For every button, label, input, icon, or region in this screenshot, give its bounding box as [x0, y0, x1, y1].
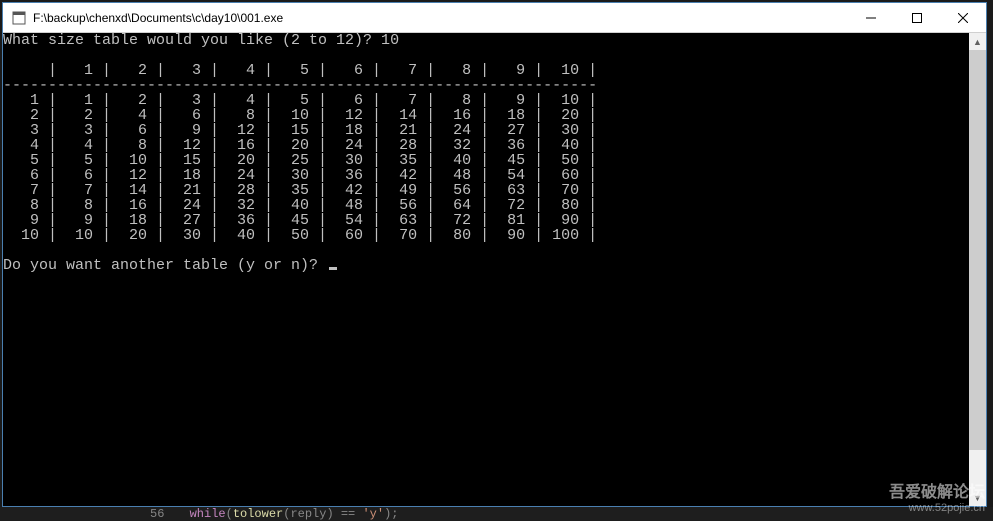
titlebar[interactable]: F:\backup\chenxd\Documents\c\day10\001.e…	[3, 3, 986, 33]
console-output[interactable]: What size table would you like (2 to 12)…	[3, 33, 969, 506]
maximize-button[interactable]	[894, 3, 940, 32]
console-window: F:\backup\chenxd\Documents\c\day10\001.e…	[2, 2, 987, 507]
scroll-thumb[interactable]	[969, 50, 986, 450]
scroll-up-arrow[interactable]: ▲	[969, 33, 986, 50]
console-area: What size table would you like (2 to 12)…	[3, 33, 986, 506]
window-buttons	[848, 3, 986, 32]
text-cursor	[329, 267, 337, 270]
scroll-down-arrow[interactable]: ▼	[969, 489, 986, 506]
app-icon	[11, 10, 27, 26]
close-button[interactable]	[940, 3, 986, 32]
vertical-scrollbar[interactable]: ▲ ▼	[969, 33, 986, 506]
window-title: F:\backup\chenxd\Documents\c\day10\001.e…	[33, 11, 848, 25]
minimize-button[interactable]	[848, 3, 894, 32]
